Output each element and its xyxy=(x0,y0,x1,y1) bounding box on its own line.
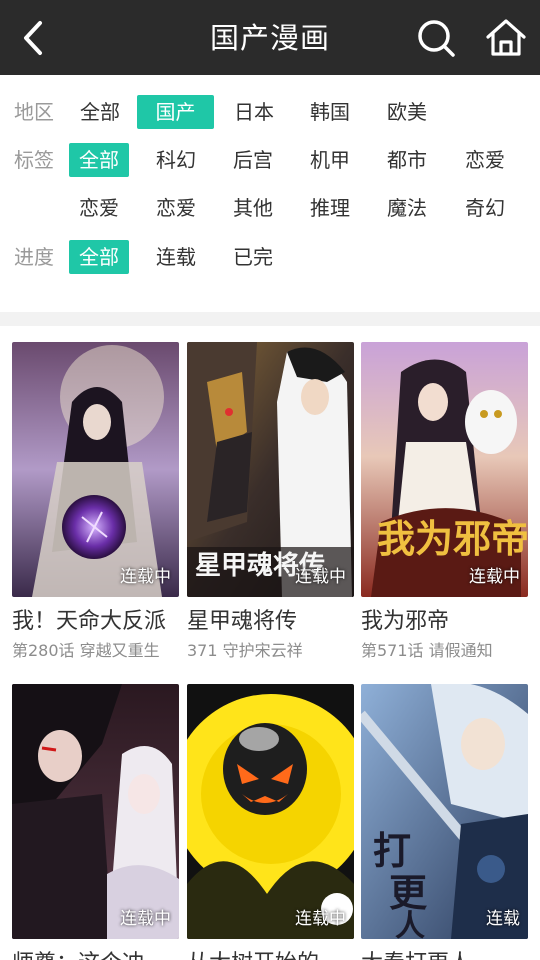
comic-title[interactable]: 我！天命大反派 xyxy=(12,605,179,639)
progress-filter-label: 进度 xyxy=(14,245,54,269)
tag-filter-label: 标签 xyxy=(14,148,54,172)
cover-art: 我为邪帝 xyxy=(361,342,528,597)
chip-region-all[interactable]: 全部 xyxy=(70,95,130,129)
chip-region-japan[interactable]: 日本 xyxy=(224,95,284,129)
chip-tag-harem[interactable]: 后宫 xyxy=(223,143,283,177)
comic-card[interactable]: 连载中 我！天命大反派 第280话 穿越又重生 xyxy=(12,342,179,663)
chip-tag-fantasy[interactable]: 奇幻 xyxy=(455,191,515,225)
comic-cover-image[interactable]: 连载中 xyxy=(187,684,354,939)
chip-tag-mecha[interactable]: 机甲 xyxy=(300,143,360,177)
svg-text:人: 人 xyxy=(395,909,425,939)
tag-filter-row-1: 标签 全部 科幻 后宫 机甲 都市 恋爱 xyxy=(0,143,540,177)
page-title: 国产漫画 xyxy=(209,21,330,55)
chip-tag-magic[interactable]: 魔法 xyxy=(377,191,437,225)
tag-filter-row-2: 恋爱 恋爱 其他 推理 魔法 奇幻 xyxy=(0,191,540,225)
chip-region-korea[interactable]: 韩国 xyxy=(300,95,360,129)
chip-region-domestic[interactable]: 国产 xyxy=(137,95,214,129)
search-icon xyxy=(418,20,455,57)
comic-cover-image[interactable]: 我为邪帝 连载中 xyxy=(361,342,528,597)
status-badge: 连载中 xyxy=(120,909,171,929)
status-badge: 连载中 xyxy=(469,567,520,587)
chip-tag-romance[interactable]: 恋爱 xyxy=(69,191,129,225)
chip-tag-romance[interactable]: 恋爱 xyxy=(455,143,515,177)
cover-art xyxy=(187,684,354,939)
chip-tag-scifi[interactable]: 科幻 xyxy=(146,143,206,177)
comic-cover-image[interactable]: 连载中 xyxy=(12,684,179,939)
chip-tag-all[interactable]: 全部 xyxy=(69,143,129,177)
comic-title[interactable]: 我为邪帝 xyxy=(361,605,528,639)
home-button[interactable] xyxy=(484,17,528,59)
home-icon xyxy=(486,19,526,56)
comic-latest-chapter: 第571话 请假通知 xyxy=(361,641,493,660)
region-filter-label: 地区 xyxy=(14,100,54,124)
status-badge: 连载 xyxy=(486,909,520,929)
comic-latest-chapter: 第280话 穿越又重生 xyxy=(12,641,160,660)
top-bar: 国产漫画 xyxy=(0,0,540,75)
chip-tag-other[interactable]: 其他 xyxy=(223,191,283,225)
comic-card[interactable]: 连载中 从大树开始的进化 xyxy=(187,684,354,960)
status-badge: 连载中 xyxy=(295,909,346,929)
comic-card[interactable]: 我为邪帝 连载中 我为邪帝 第571话 请假通知 xyxy=(361,342,528,663)
comic-cover-image[interactable]: 星甲魂将传 连载中 xyxy=(187,342,354,597)
comic-cover-image[interactable]: 连载中 xyxy=(12,342,179,597)
comic-card[interactable]: 星甲魂将传 连载中 星甲魂将传 371 守护宋云祥 xyxy=(187,342,354,663)
comic-title[interactable]: 星甲魂将传 xyxy=(187,605,354,639)
chip-progress-all[interactable]: 全部 xyxy=(69,240,129,274)
chip-tag-romance[interactable]: 恋爱 xyxy=(146,191,206,225)
comic-grid: 连载中 我！天命大反派 第280话 穿越又重生 星甲魂将传 连载中 星甲魂将传 … xyxy=(0,326,540,960)
search-button[interactable] xyxy=(414,17,458,59)
comic-title[interactable]: 师尊：这个冲逆徒 xyxy=(12,947,179,960)
comic-card[interactable]: 连载中 师尊：这个冲逆徒 xyxy=(12,684,179,960)
chip-progress-finished[interactable]: 已完 xyxy=(223,240,283,274)
chip-progress-ongoing[interactable]: 连载 xyxy=(146,240,206,274)
chip-region-west[interactable]: 欧美 xyxy=(377,95,437,129)
cover-art xyxy=(12,342,179,597)
svg-text:我为邪帝: 我为邪帝 xyxy=(377,516,528,561)
cover-art: 星甲魂将传 xyxy=(187,342,354,597)
status-badge: 连载中 xyxy=(295,567,346,587)
filter-panel: 地区 全部 国产 日本 韩国 欧美 标签 全部 科幻 后宫 机甲 都市 恋爱 恋… xyxy=(0,75,540,312)
comic-title[interactable]: 从大树开始的进化 xyxy=(187,947,354,960)
chip-tag-urban[interactable]: 都市 xyxy=(377,143,437,177)
comic-cover-image[interactable]: 打 更 人 连载 xyxy=(361,684,528,939)
comic-title[interactable]: 大奉打更人 xyxy=(361,947,528,960)
cover-art xyxy=(12,684,179,939)
comic-latest-chapter: 371 守护宋云祥 xyxy=(187,641,303,660)
chip-tag-mystery[interactable]: 推理 xyxy=(300,191,360,225)
status-badge: 连载中 xyxy=(120,567,171,587)
region-filter-row: 地区 全部 国产 日本 韩国 欧美 xyxy=(0,95,540,129)
comic-card[interactable]: 打 更 人 连载 大奉打更人 xyxy=(361,684,528,960)
progress-filter-row: 进度 全部 连载 已完 xyxy=(0,240,540,274)
cover-art: 打 更 人 xyxy=(361,684,528,939)
section-divider xyxy=(0,312,540,326)
svg-text:打: 打 xyxy=(373,828,411,873)
